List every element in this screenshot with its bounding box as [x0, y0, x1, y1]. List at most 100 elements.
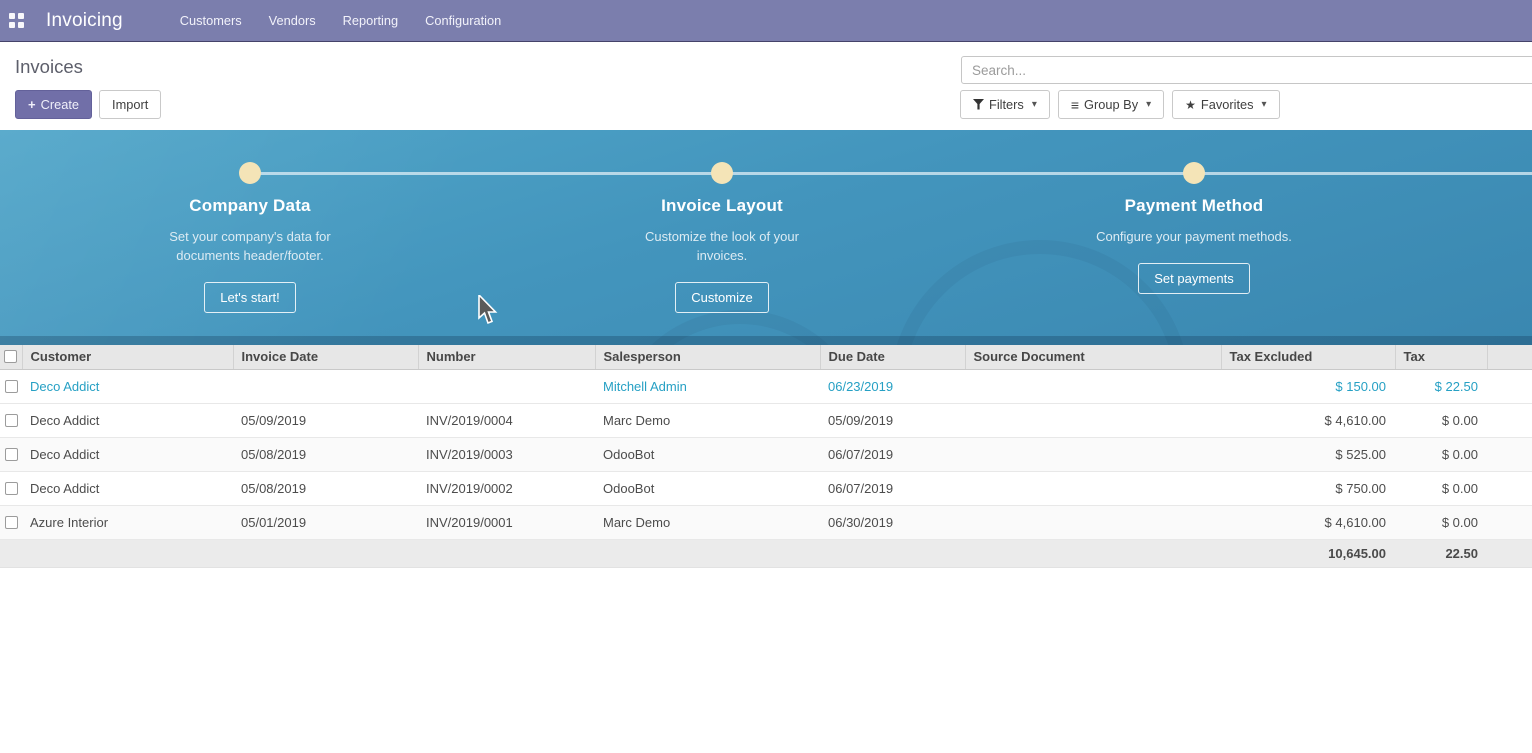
create-button-label: Create: [41, 97, 79, 112]
cell-source-document[interactable]: [965, 437, 1221, 471]
filter-funnel-icon: [973, 99, 984, 110]
cell-customer[interactable]: Azure Interior: [22, 505, 233, 539]
row-checkbox[interactable]: [5, 482, 18, 495]
cell-source-document[interactable]: [965, 369, 1221, 403]
column-header-tax[interactable]: Tax: [1395, 345, 1487, 369]
menu-configuration[interactable]: Configuration: [425, 13, 501, 28]
cell-salesperson[interactable]: Mitchell Admin: [595, 369, 820, 403]
favorites-button[interactable]: ★ Favorites ▾: [1172, 90, 1279, 119]
create-button[interactable]: + Create: [15, 90, 92, 119]
column-header-invoice-date[interactable]: Invoice Date: [233, 345, 418, 369]
customize-button[interactable]: Customize: [675, 282, 768, 313]
row-checkbox[interactable]: [5, 380, 18, 393]
cell-tax-excluded[interactable]: $ 525.00: [1221, 437, 1395, 471]
app-title[interactable]: Invoicing: [46, 10, 123, 32]
import-button[interactable]: Import: [99, 90, 161, 119]
search-options: Filters ▾ ≡ Group By ▾ ★ Favorites ▾: [960, 90, 1280, 119]
cell-invoice-date[interactable]: 05/01/2019: [233, 505, 418, 539]
table-row[interactable]: Azure Interior 05/01/2019 INV/2019/0001 …: [0, 505, 1532, 539]
column-header-salesperson[interactable]: Salesperson: [595, 345, 820, 369]
search-input[interactable]: [961, 56, 1532, 84]
column-header-tax-excluded[interactable]: Tax Excluded: [1221, 345, 1395, 369]
cell-number[interactable]: INV/2019/0004: [418, 403, 595, 437]
totals-row: 10,645.00 22.50: [0, 539, 1532, 567]
cell-due-date[interactable]: 05/09/2019: [820, 403, 965, 437]
column-header-spacer: [1487, 345, 1532, 369]
cell-tax[interactable]: $ 0.00: [1395, 403, 1487, 437]
cell-invoice-date[interactable]: 05/09/2019: [233, 403, 418, 437]
cell-number[interactable]: INV/2019/0003: [418, 437, 595, 471]
row-select-cell: [0, 369, 22, 403]
plus-icon: +: [28, 98, 36, 111]
menu-reporting[interactable]: Reporting: [343, 13, 399, 28]
cell-customer[interactable]: Deco Addict: [22, 403, 233, 437]
cell-tax[interactable]: $ 0.00: [1395, 437, 1487, 471]
step-dot-company-data: [239, 162, 261, 184]
apps-menu-icon[interactable]: [9, 13, 24, 28]
table-row[interactable]: Deco Addict Mitchell Admin 06/23/2019 $ …: [0, 369, 1532, 403]
row-select-cell: [0, 505, 22, 539]
cell-tax[interactable]: $ 0.00: [1395, 471, 1487, 505]
cell-tax-excluded[interactable]: $ 4,610.00: [1221, 505, 1395, 539]
cell-spacer: [1487, 369, 1532, 403]
cell-due-date[interactable]: 06/07/2019: [820, 437, 965, 471]
cell-invoice-date[interactable]: 05/08/2019: [233, 437, 418, 471]
onboarding-progress-line: [250, 172, 1532, 175]
invoicing-app-window: Invoicing Customers Vendors Reporting Co…: [0, 0, 1532, 753]
group-by-button-label: Group By: [1084, 97, 1138, 112]
table-row[interactable]: Deco Addict 05/08/2019 INV/2019/0003 Odo…: [0, 437, 1532, 471]
cell-salesperson[interactable]: Marc Demo: [595, 505, 820, 539]
cell-source-document[interactable]: [965, 403, 1221, 437]
select-all-cell: [0, 345, 22, 369]
table-row[interactable]: Deco Addict 05/09/2019 INV/2019/0004 Mar…: [0, 403, 1532, 437]
cell-number[interactable]: INV/2019/0002: [418, 471, 595, 505]
cell-customer[interactable]: Deco Addict: [22, 369, 233, 403]
cell-customer[interactable]: Deco Addict: [22, 437, 233, 471]
row-checkbox[interactable]: [5, 414, 18, 427]
cell-salesperson[interactable]: OdooBot: [595, 437, 820, 471]
cell-invoice-date[interactable]: [233, 369, 418, 403]
step-dot-invoice-layout: [711, 162, 733, 184]
cell-invoice-date[interactable]: 05/08/2019: [233, 471, 418, 505]
filters-button[interactable]: Filters ▾: [960, 90, 1050, 119]
cell-due-date[interactable]: 06/23/2019: [820, 369, 965, 403]
column-header-customer[interactable]: Customer: [22, 345, 233, 369]
cell-source-document[interactable]: [965, 505, 1221, 539]
step-title: Payment Method: [1044, 196, 1344, 216]
totals-empty-cell: [233, 539, 418, 567]
cell-tax-excluded[interactable]: $ 750.00: [1221, 471, 1395, 505]
cell-spacer: [1487, 505, 1532, 539]
cell-number[interactable]: INV/2019/0001: [418, 505, 595, 539]
row-checkbox[interactable]: [5, 448, 18, 461]
menu-customers[interactable]: Customers: [180, 13, 242, 28]
column-header-source-document[interactable]: Source Document: [965, 345, 1221, 369]
table-row[interactable]: Deco Addict 05/08/2019 INV/2019/0002 Odo…: [0, 471, 1532, 505]
chevron-down-icon: ▾: [1032, 99, 1037, 110]
cell-tax[interactable]: $ 22.50: [1395, 369, 1487, 403]
column-header-due-date[interactable]: Due Date: [820, 345, 965, 369]
lets-start-button[interactable]: Let's start!: [204, 282, 296, 313]
cell-tax-excluded[interactable]: $ 150.00: [1221, 369, 1395, 403]
totals-empty-cell: [0, 539, 22, 567]
cell-salesperson[interactable]: Marc Demo: [595, 403, 820, 437]
menu-vendors[interactable]: Vendors: [269, 13, 316, 28]
cell-tax[interactable]: $ 0.00: [1395, 505, 1487, 539]
action-buttons: + Create Import: [15, 90, 161, 119]
cell-due-date[interactable]: 06/30/2019: [820, 505, 965, 539]
star-icon: ★: [1185, 99, 1196, 111]
column-header-number[interactable]: Number: [418, 345, 595, 369]
select-all-checkbox[interactable]: [4, 350, 17, 363]
cell-tax-excluded[interactable]: $ 4,610.00: [1221, 403, 1395, 437]
cell-spacer: [1487, 437, 1532, 471]
group-by-button[interactable]: ≡ Group By ▾: [1058, 90, 1164, 119]
step-description: Customize the look of your invoices.: [622, 227, 822, 265]
set-payments-button[interactable]: Set payments: [1138, 263, 1250, 294]
row-checkbox[interactable]: [5, 516, 18, 529]
step-description: Configure your payment methods.: [1064, 227, 1324, 246]
cell-customer[interactable]: Deco Addict: [22, 471, 233, 505]
cell-number[interactable]: [418, 369, 595, 403]
cell-source-document[interactable]: [965, 471, 1221, 505]
group-by-lines-icon: ≡: [1071, 98, 1079, 112]
cell-due-date[interactable]: 06/07/2019: [820, 471, 965, 505]
cell-salesperson[interactable]: OdooBot: [595, 471, 820, 505]
